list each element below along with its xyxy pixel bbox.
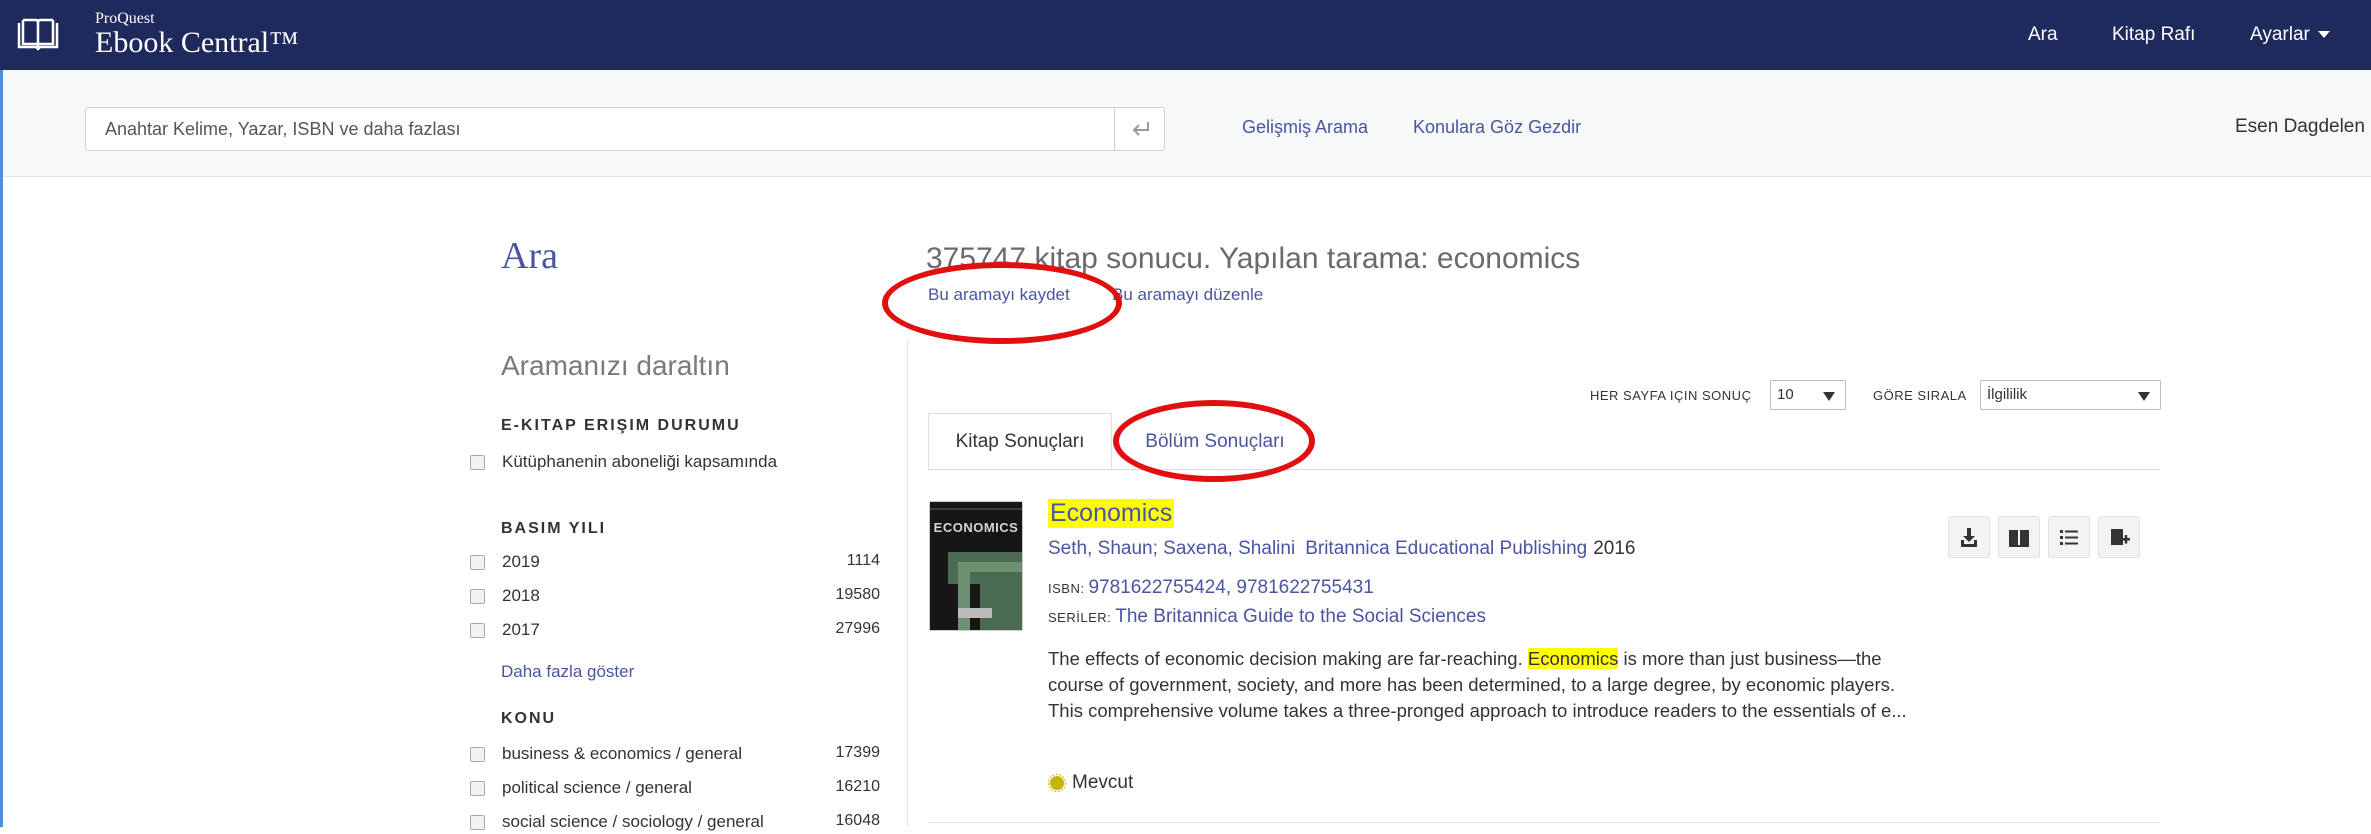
checkbox[interactable] xyxy=(470,589,485,604)
facet-heading-subject: KONU xyxy=(501,710,557,727)
description-highlight: Economics xyxy=(1527,648,1619,669)
facet-label: business & economics / general xyxy=(502,744,743,763)
enter-key-icon[interactable] xyxy=(1118,108,1164,150)
series-link[interactable]: The Britannica Guide to the Social Scien… xyxy=(1115,606,1486,627)
download-icon xyxy=(1961,528,1977,547)
caret-down-icon xyxy=(2317,31,2330,39)
book-title-link[interactable]: Economics xyxy=(1048,499,1175,528)
nav-search[interactable]: Ara xyxy=(2028,24,2058,46)
edit-search-link[interactable]: Bu aramayı düzenle xyxy=(1112,285,1263,305)
search-input[interactable] xyxy=(87,109,1107,149)
add-to-shelf-icon xyxy=(2111,529,2130,545)
add-to-bookshelf-button[interactable] xyxy=(2098,516,2140,558)
tab-underline xyxy=(928,469,2160,470)
column-divider xyxy=(907,340,908,827)
facet-item[interactable]: 2019 1114 xyxy=(470,552,880,574)
checkbox[interactable] xyxy=(470,455,485,470)
series-line: SERİLER: The Britannica Guide to the Soci… xyxy=(1048,606,1486,628)
browse-subjects-link[interactable]: Konulara Göz Gezdir xyxy=(1413,117,1581,138)
open-book-icon xyxy=(17,18,59,51)
annotation-circle-save-search xyxy=(882,262,1122,344)
facet-heading-access: E-KITAP ERIŞIM DURUMU xyxy=(501,417,741,434)
top-navigation-bar: ProQuest Ebook Central™ Ara Kitap Rafı A… xyxy=(0,0,2371,70)
checkbox[interactable] xyxy=(470,815,485,830)
facet-item[interactable]: political science / general 16210 xyxy=(470,778,880,800)
page-title: Ara xyxy=(501,235,558,277)
list-icon xyxy=(2060,530,2078,545)
facet-label: Kütüphanenin aboneliği kapsamında xyxy=(502,452,778,471)
facet-label: political science / general xyxy=(502,778,692,797)
nav-settings[interactable]: Ayarlar xyxy=(2250,24,2330,46)
download-button[interactable] xyxy=(1948,516,1990,558)
facet-item[interactable]: 2017 27996 xyxy=(470,620,880,642)
read-book-icon xyxy=(2009,530,2029,547)
facet-item[interactable]: social science / sociology / general 160… xyxy=(470,812,880,834)
availability-label: Mevcut xyxy=(1072,772,1134,793)
book-description: The effects of economic decision making … xyxy=(1048,646,1908,724)
dropdown-arrow-icon xyxy=(2138,392,2150,401)
facet-count: 16210 xyxy=(835,778,881,795)
brand-name[interactable]: Ebook Central™ xyxy=(95,26,299,60)
read-online-button[interactable] xyxy=(1998,516,2040,558)
facet-item[interactable]: Kütüphanenin aboneliği kapsamında xyxy=(470,452,880,474)
facet-count: 27996 xyxy=(835,620,881,637)
search-divider xyxy=(1114,108,1115,150)
result-separator xyxy=(928,822,2160,823)
facet-heading-year: BASIM YILI xyxy=(501,520,607,537)
dropdown-arrow-icon xyxy=(1823,392,1835,401)
facet-label: 2018 xyxy=(502,586,540,605)
available-badge-icon xyxy=(1048,774,1066,792)
tab-book-results[interactable]: Kitap Sonuçları xyxy=(928,413,1112,470)
description-text: The effects of economic decision making … xyxy=(1048,648,1528,669)
isbn-line: ISBN: 9781622755424, 9781622755431 xyxy=(1048,577,1374,599)
per-page-select[interactable]: 10 xyxy=(1770,380,1846,410)
book-cover[interactable]: ECONOMICS xyxy=(930,502,1022,630)
narrow-search-title: Aramanızı daraltın xyxy=(501,350,730,381)
sort-select[interactable]: İlgililik xyxy=(1980,380,2161,410)
search-box xyxy=(85,107,1165,151)
advanced-search-link[interactable]: Gelişmiş Arama xyxy=(1242,117,1368,138)
window-left-border xyxy=(0,70,3,827)
show-more-link[interactable]: Daha fazla göster xyxy=(501,662,634,682)
series-label: SERİLER: xyxy=(1048,610,1112,625)
sort-label: GÖRE SIRALA xyxy=(1873,388,1967,403)
facet-label: 2019 xyxy=(502,552,540,571)
book-byline: Seth, Shaun; Saxena, Shalini Britannica E… xyxy=(1048,538,1635,560)
sort-value: İlgililik xyxy=(1987,386,2028,403)
publisher-link[interactable]: Britannica Educational Publishing xyxy=(1305,538,1587,559)
isbn-values[interactable]: 9781622755424, 9781622755431 xyxy=(1088,577,1373,598)
facet-item[interactable]: business & economics / general 17399 xyxy=(470,744,880,766)
per-page-label: HER SAYFA IÇIN SONUÇ xyxy=(1590,388,1752,403)
per-page-value: 10 xyxy=(1777,386,1794,403)
checkbox[interactable] xyxy=(470,747,485,762)
facet-label: social science / sociology / general xyxy=(502,812,764,831)
facet-count: 17399 xyxy=(835,744,881,761)
nav-settings-label: Ayarlar xyxy=(2250,24,2310,45)
checkbox[interactable] xyxy=(470,555,485,570)
search-bar-area: Gelişmiş Arama Konulara Göz Gezdir Esen … xyxy=(0,70,2371,177)
table-of-contents-button[interactable] xyxy=(2048,516,2090,558)
availability-status: Mevcut xyxy=(1048,772,1133,794)
publication-year: 2016 xyxy=(1593,538,1636,559)
facet-item[interactable]: 2018 19580 xyxy=(470,586,880,608)
checkbox[interactable] xyxy=(470,623,485,638)
nav-bookshelf[interactable]: Kitap Rafı xyxy=(2112,24,2195,46)
facet-count: 1114 xyxy=(846,552,880,569)
author-links[interactable]: Seth, Shaun; Saxena, Shalini xyxy=(1048,538,1295,559)
user-name[interactable]: Esen Dagdelen xyxy=(2235,116,2365,138)
facet-count: 19580 xyxy=(835,586,881,603)
checkbox[interactable] xyxy=(470,781,485,796)
isbn-label: ISBN: xyxy=(1048,581,1085,596)
facet-count: 16048 xyxy=(835,812,881,829)
facet-label: 2017 xyxy=(502,620,540,639)
annotation-circle-chapter-tab xyxy=(1113,400,1315,482)
cover-title: ECONOMICS xyxy=(933,520,1019,535)
